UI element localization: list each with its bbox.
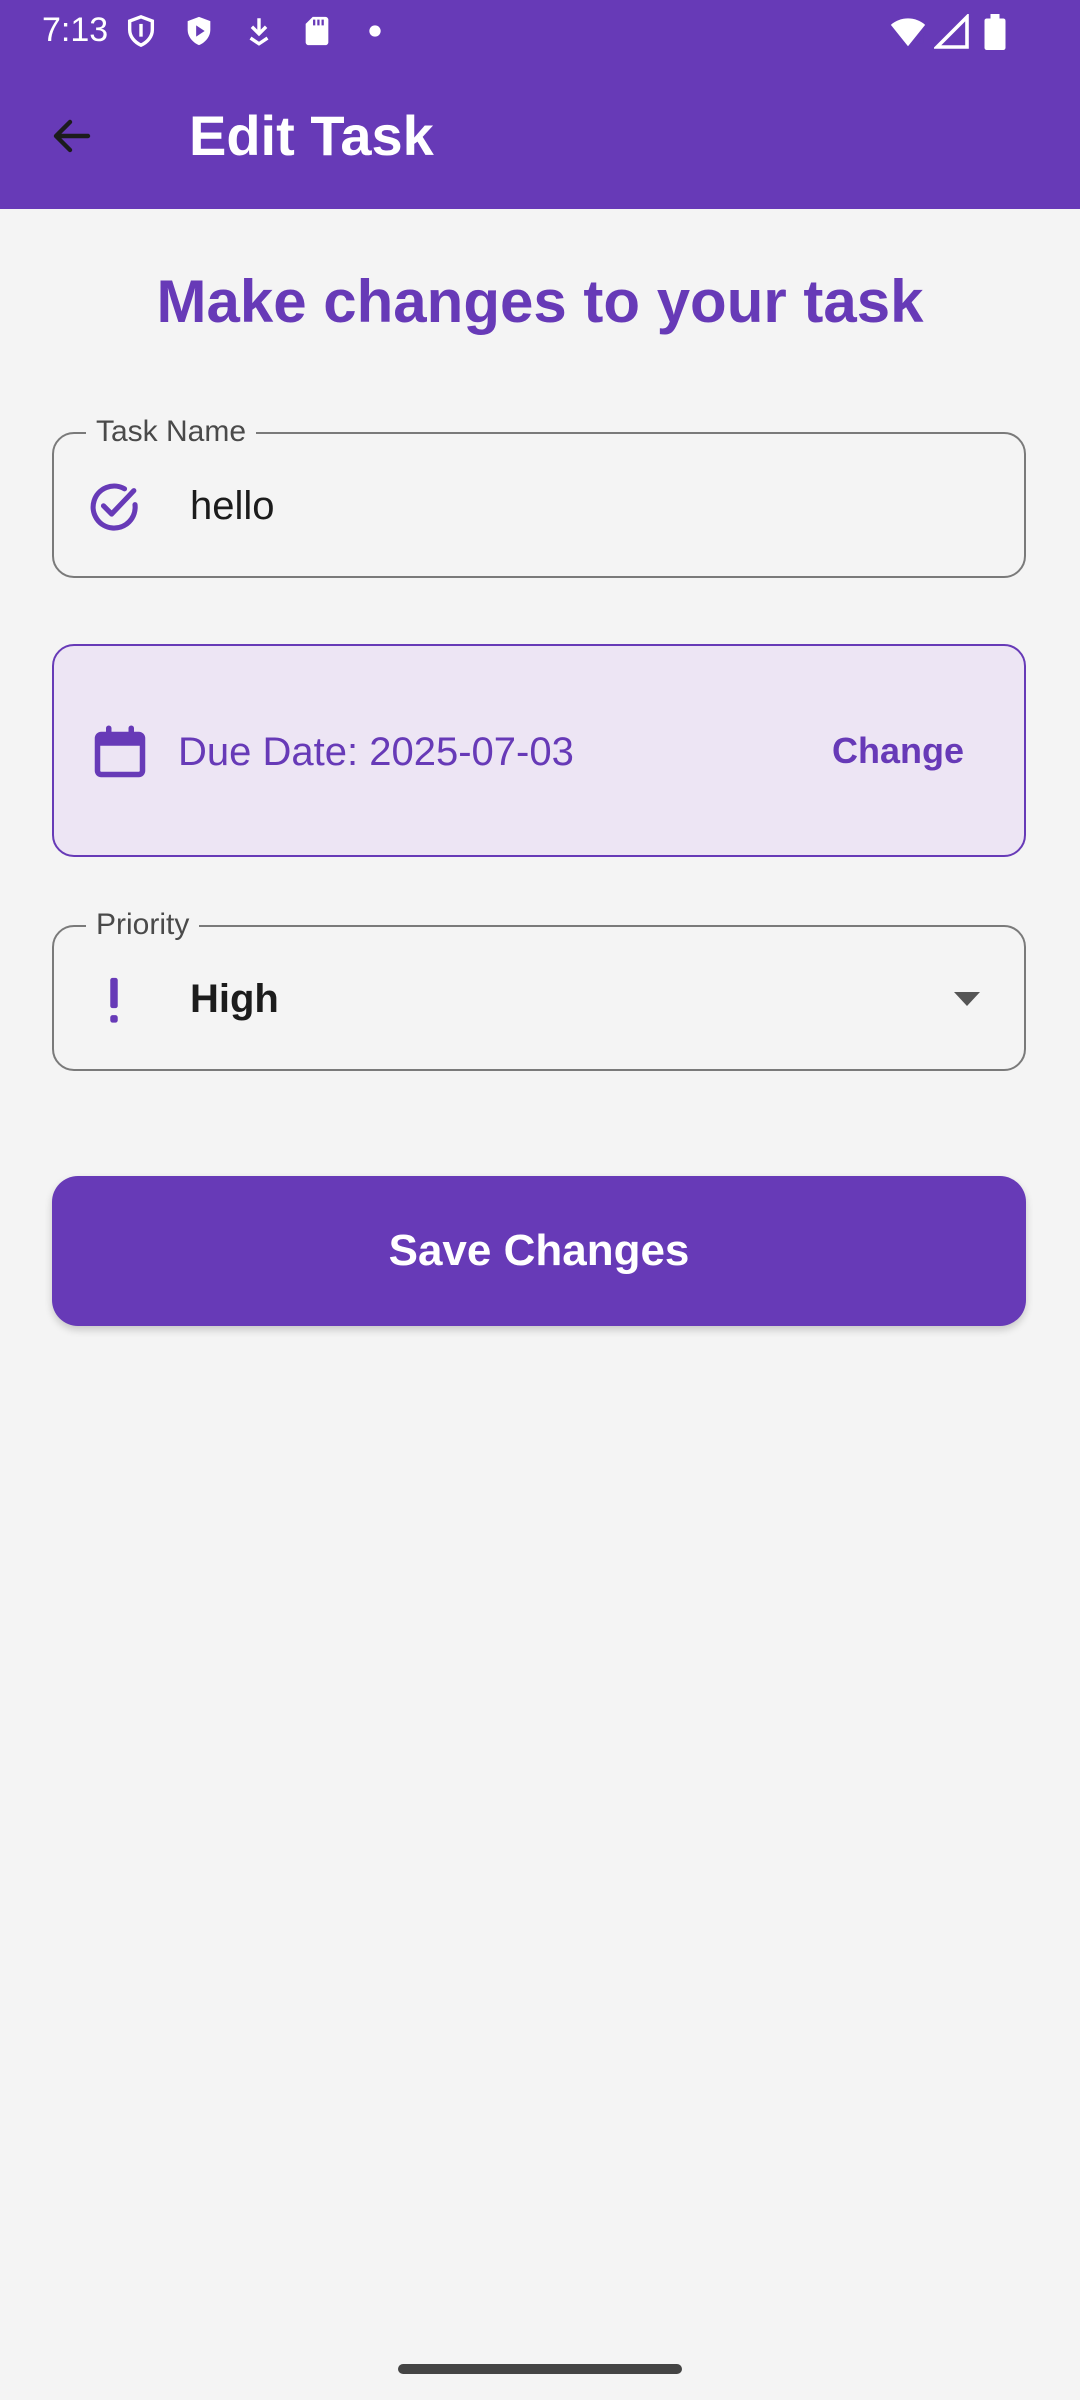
exclamation-icon: [110, 977, 118, 1023]
page-heading: Make changes to your task: [156, 268, 924, 335]
wifi-icon: [890, 18, 926, 47]
back-button[interactable]: [36, 100, 108, 172]
page-title: Edit Task: [189, 104, 434, 167]
priority-label: Priority: [86, 907, 200, 943]
priority-selected-value: High: [190, 977, 279, 1021]
play-protect-icon: [187, 16, 211, 46]
change-date-button[interactable]: Change: [808, 718, 988, 784]
arrow-back-icon: [53, 119, 91, 153]
arrow-drop-down-icon[interactable]: [952, 989, 982, 1009]
download-icon: [249, 18, 269, 46]
due-date-text: Due Date: 2025-07-03: [178, 730, 574, 774]
task-name-input[interactable]: [190, 482, 970, 530]
due-date-card[interactable]: Due Date: 2025-07-03 Change: [52, 644, 1026, 857]
toolbar: Edit Task: [0, 64, 1080, 209]
gesture-nav-handle[interactable]: [398, 2364, 682, 2374]
check-circle-icon: [90, 483, 138, 531]
app-header: 7:13 Edit Task: [0, 0, 1080, 209]
sd-card-icon: [305, 16, 329, 46]
battery-icon: [984, 14, 1006, 50]
status-bar: 7:13: [0, 0, 1080, 64]
save-changes-button[interactable]: Save Changes: [52, 1176, 1026, 1326]
shield-icon: [127, 15, 155, 48]
status-time: 7:13: [42, 11, 109, 49]
task-name-field[interactable]: Task Name: [52, 414, 1026, 578]
dot-icon: [369, 25, 381, 37]
priority-dropdown[interactable]: Priority High: [52, 907, 1026, 1071]
task-name-label: Task Name: [86, 414, 257, 450]
calendar-icon: [94, 725, 146, 778]
signal-icon: [934, 14, 969, 49]
